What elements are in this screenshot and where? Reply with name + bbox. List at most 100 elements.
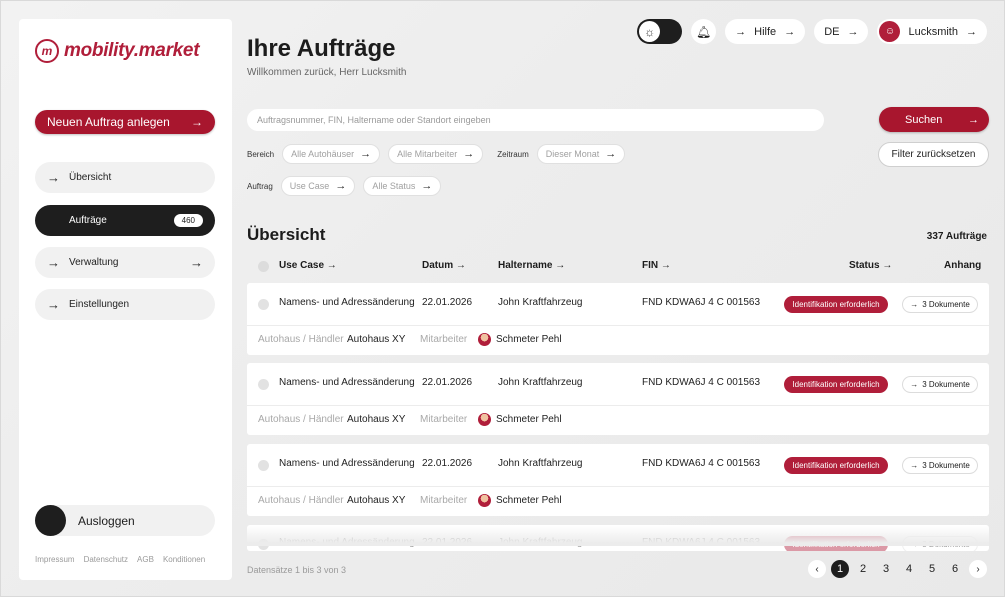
documents-label: 3 Dokumente	[922, 380, 970, 389]
chevron-left-icon[interactable]: ‹	[808, 560, 826, 578]
arrow-right-icon: →	[360, 148, 372, 160]
employee-label: Mitarbeiter	[420, 414, 468, 425]
page-4[interactable]: 4	[900, 560, 918, 578]
filter-label: Bereich	[247, 149, 275, 159]
column-header-datum[interactable]: Datum →	[422, 260, 466, 271]
footer-link-impressum[interactable]: Impressum	[35, 555, 75, 564]
dealer-value: Autohaus XY	[347, 495, 406, 506]
theme-toggle[interactable]: ☼	[637, 19, 683, 44]
page-subtitle: Willkommen zurück, Herr Lucksmith	[247, 67, 407, 78]
user-menu[interactable]: ☺ Lucksmith →	[877, 19, 987, 44]
date-cell: 22.01.2026	[422, 297, 473, 308]
table-row[interactable]: Namens- und Adressänderung 22.01.2026 Jo…	[247, 444, 989, 516]
new-order-button[interactable]: Neuen Auftrag anlegen →	[35, 110, 215, 134]
topbar: ☼ 🔔︎ → Hilfe → DE → ☺ Lucksmith →	[637, 19, 987, 44]
logout-label: Ausloggen	[78, 513, 135, 528]
arrow-right-icon: →	[421, 180, 433, 192]
arrow-right-icon: →	[966, 25, 977, 38]
dealer-value: Autohaus XY	[347, 334, 406, 345]
new-order-label: Neuen Auftrag anlegen	[47, 115, 170, 129]
reset-filter-label: Filter zurücksetzen	[891, 149, 976, 160]
documents-label: 3 Dokumente	[922, 461, 970, 470]
column-header-haltername[interactable]: Haltername →	[498, 260, 565, 271]
sidebar: m mobility.market Neuen Auftrag anlegen …	[19, 19, 232, 580]
employee-avatar	[478, 333, 491, 346]
page-5[interactable]: 5	[923, 560, 941, 578]
employee-value: Schmeter Pehl	[496, 334, 562, 345]
documents-button[interactable]: →3 Dokumente	[902, 296, 978, 313]
dealer-label: Autohaus / Händler	[258, 495, 344, 506]
reset-filter-button[interactable]: Filter zurücksetzen	[878, 142, 989, 167]
filter-label: Zeitraum	[497, 149, 529, 159]
search-input[interactable]: Auftragsnummer, FIN, Haltername oder Sta…	[247, 109, 824, 131]
holder-cell: John Kraftfahrzeug	[498, 458, 583, 469]
column-header-use-case[interactable]: Use Case →	[279, 260, 337, 271]
search-placeholder: Auftragsnummer, FIN, Haltername oder Sta…	[257, 115, 491, 125]
sidebar-item-verwaltung[interactable]: → Verwaltung →	[35, 247, 215, 278]
sidebar-item-label: Einstellungen	[69, 299, 130, 310]
records-info: Datensätze 1 bis 3 von 3	[247, 565, 347, 575]
documents-button[interactable]: →3 Dokumente	[902, 376, 978, 393]
sidebar-item-uebersicht[interactable]: → Übersicht	[35, 162, 215, 193]
app-window: m mobility.market Neuen Auftrag anlegen …	[0, 0, 1005, 597]
filter-chip-status[interactable]: Alle Status →	[363, 176, 442, 196]
language-label: DE	[824, 25, 840, 38]
row-checkbox[interactable]	[258, 299, 269, 310]
brand-name: mobility.market	[64, 40, 200, 61]
chip-label: Alle Autohäuser	[291, 149, 355, 159]
sidebar-item-einstellungen[interactable]: → Einstellungen	[35, 289, 215, 320]
row-divider	[247, 325, 989, 326]
filter-chip-zeitraum[interactable]: Dieser Monat →	[536, 144, 626, 164]
sidebar-item-auftraege[interactable]: Aufträge 460	[35, 205, 215, 236]
documents-button[interactable]: →3 Dokumente	[902, 457, 978, 474]
sidebar-item-label: Verwaltung	[69, 257, 119, 268]
sidebar-item-label: Übersicht	[69, 172, 112, 183]
bell-icon[interactable]: 🔔︎	[691, 19, 717, 44]
filter-chip-use-case[interactable]: Use Case →	[280, 176, 356, 196]
column-header-fin[interactable]: FIN →	[642, 260, 671, 271]
column-header-status[interactable]: Status →	[849, 260, 892, 271]
chevron-right-icon[interactable]: ›	[969, 560, 987, 578]
page-6[interactable]: 6	[946, 560, 964, 578]
arrow-right-icon: →	[847, 25, 859, 38]
help-button[interactable]: → Hilfe →	[725, 19, 806, 44]
dealer-value: Autohaus XY	[347, 414, 406, 425]
row-checkbox[interactable]	[258, 379, 269, 390]
footer-link-datenschutz[interactable]: Datenschutz	[84, 555, 128, 564]
user-name: Lucksmith	[908, 25, 958, 38]
brand-logo[interactable]: m mobility.market	[35, 39, 200, 63]
row-checkbox[interactable]	[258, 460, 269, 471]
date-cell: 22.01.2026	[422, 377, 473, 388]
arrow-right-icon: →	[968, 113, 979, 126]
fin-cell: FND KDWA6J 4 C 001563	[642, 458, 761, 469]
dealer-label: Autohaus / Händler	[258, 334, 344, 345]
language-select[interactable]: DE →	[814, 19, 869, 44]
select-all-checkbox[interactable]	[258, 261, 269, 272]
page-3[interactable]: 3	[877, 560, 895, 578]
page-2[interactable]: 2	[854, 560, 872, 578]
pagination: ‹ 1 2 3 4 5 6 ›	[808, 560, 987, 578]
filter-chip-mitarbeiter[interactable]: Alle Mitarbeiter →	[388, 144, 484, 164]
use-case-cell: Namens- und Adressänderung	[279, 458, 415, 469]
section-title: Übersicht	[247, 225, 326, 244]
holder-cell: John Kraftfahrzeug	[498, 377, 583, 388]
employee-avatar	[478, 494, 491, 507]
employee-avatar	[478, 413, 491, 426]
holder-cell: John Kraftfahrzeug	[498, 297, 583, 308]
arrow-right-icon: →	[47, 170, 60, 185]
footer-link-agb[interactable]: AGB	[137, 555, 154, 564]
table-row[interactable]: Namens- und Adressänderung 22.01.2026 Jo…	[247, 283, 989, 355]
search-button[interactable]: Suchen →	[879, 107, 989, 132]
employee-label: Mitarbeiter	[420, 495, 468, 506]
footer-link-konditionen[interactable]: Konditionen	[163, 555, 205, 564]
count-badge: 460	[173, 214, 203, 227]
filter-chip-autohaeuser[interactable]: Alle Autohäuser →	[282, 144, 381, 164]
logout-button[interactable]: Ausloggen	[35, 505, 215, 536]
page-1[interactable]: 1	[831, 560, 849, 578]
row-divider	[247, 486, 989, 487]
column-header-anhang: Anhang	[944, 260, 982, 271]
arrow-right-icon: →	[910, 380, 919, 389]
sidebar-item-label: Aufträge	[69, 215, 107, 226]
page-title: Ihre Aufträge	[247, 35, 396, 62]
table-row[interactable]: Namens- und Adressänderung 22.01.2026 Jo…	[247, 363, 989, 435]
